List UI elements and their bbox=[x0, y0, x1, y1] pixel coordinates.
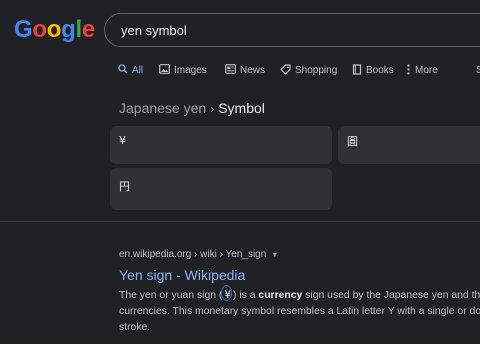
tag-icon bbox=[280, 64, 291, 75]
symbol-card[interactable]: 圓 bbox=[338, 126, 480, 164]
snippet-bold-term: currency bbox=[258, 290, 303, 301]
tab-label: More bbox=[415, 65, 438, 76]
search-box[interactable]: yen symbol bbox=[104, 13, 480, 47]
symbol-card[interactable]: 円 bbox=[110, 168, 332, 210]
snippet-line: currencies. This monetary symbol resembl… bbox=[119, 306, 480, 317]
logo-letter: g bbox=[61, 16, 76, 43]
snippet-text: The yen or yuan sign ( bbox=[119, 290, 223, 301]
symbol-glyph: 圓 bbox=[347, 135, 358, 148]
snippet-line: stroke. bbox=[119, 322, 151, 333]
snippet-text: sign used by the Japanese yen and the Ch… bbox=[305, 290, 480, 301]
result-url[interactable]: en.wikipedia.org › wiki › Yen_sign ▼ bbox=[119, 249, 278, 262]
tab-label: Shopping bbox=[295, 65, 338, 76]
tab-label: S bbox=[476, 65, 480, 76]
result-title-link[interactable]: Yen sign - Wikipedia bbox=[119, 265, 245, 285]
search-icon bbox=[118, 64, 128, 74]
book-icon bbox=[352, 64, 362, 75]
symbol-glyph: ¥ bbox=[119, 134, 126, 147]
tab-images[interactable]: Images bbox=[159, 60, 207, 84]
tab-news[interactable]: News bbox=[225, 60, 265, 84]
search-input[interactable]: yen symbol bbox=[121, 14, 187, 47]
symbol-glyph: 円 bbox=[119, 180, 130, 193]
logo-letter: o bbox=[46, 16, 62, 43]
tab-all[interactable]: All bbox=[118, 60, 143, 84]
breadcrumb: Japanese yen › Symbol bbox=[119, 99, 265, 118]
breadcrumb-parent[interactable]: Japanese yen bbox=[119, 100, 206, 116]
tab-label: Images bbox=[174, 65, 207, 76]
section-divider bbox=[0, 221, 480, 222]
google-logo[interactable]: Google bbox=[14, 15, 95, 45]
caret-down-icon[interactable]: ▼ bbox=[271, 252, 278, 259]
more-dots-icon bbox=[407, 64, 410, 75]
tab-tools-partial[interactable]: S bbox=[476, 60, 480, 84]
news-icon bbox=[225, 64, 236, 75]
tab-shopping[interactable]: Shopping bbox=[280, 60, 337, 84]
chevron-right-icon: › bbox=[210, 102, 215, 116]
image-icon bbox=[159, 64, 170, 75]
result-url-text: en.wikipedia.org › wiki › Yen_sign bbox=[119, 249, 267, 260]
search-results-page: Google yen symbol All Images News Shoppi… bbox=[0, 0, 480, 344]
tab-more[interactable]: More bbox=[406, 60, 438, 84]
tab-label: News bbox=[240, 65, 266, 76]
highlighted-yen-symbol: ¥ bbox=[221, 285, 233, 303]
snippet-line: The yen or yuan sign (¥) is a currency s… bbox=[119, 285, 480, 304]
symbol-card[interactable]: ¥ bbox=[110, 126, 332, 164]
tab-label: Books bbox=[366, 65, 394, 76]
logo-letter: G bbox=[14, 16, 33, 43]
logo-letter: e bbox=[81, 16, 95, 43]
result-snippet: The yen or yuan sign (¥) is a currency s… bbox=[119, 285, 480, 336]
snippet-text: ) is a bbox=[233, 290, 259, 301]
breadcrumb-current: Symbol bbox=[218, 100, 265, 116]
logo-letter: o bbox=[32, 16, 47, 43]
tab-label: All bbox=[132, 65, 144, 76]
tab-books[interactable]: Books bbox=[352, 60, 394, 84]
